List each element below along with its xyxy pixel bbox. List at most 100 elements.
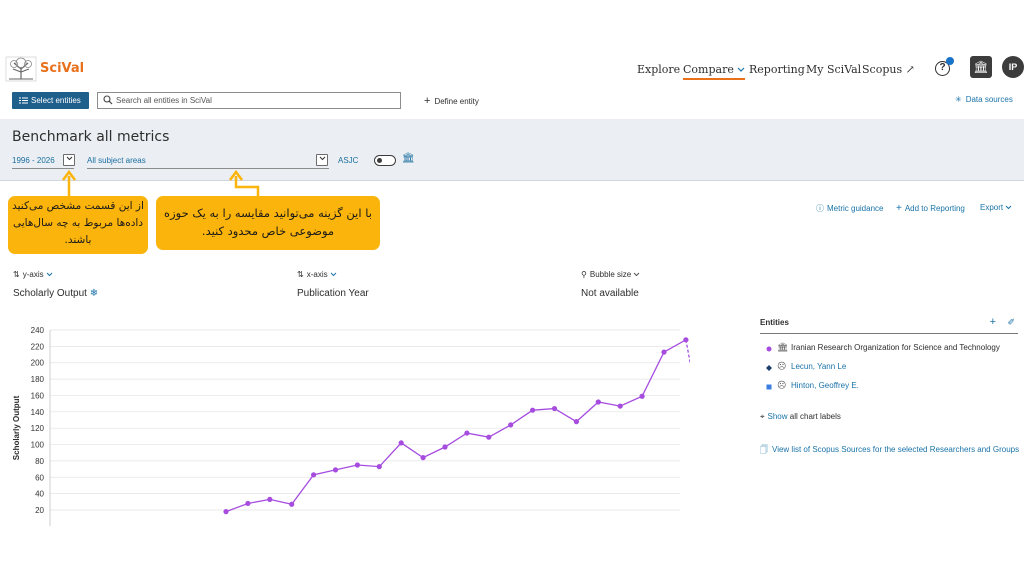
notification-badge: [946, 57, 954, 65]
entity-marker-square: [766, 383, 772, 392]
define-entity-label: Define entity: [434, 97, 479, 106]
callout-subject: با این گزینه می‌توانید مقایسه را به یک ح…: [156, 196, 380, 250]
data-point: [683, 337, 689, 343]
series-line-projected: [685, 339, 690, 366]
chevron-down-icon: [66, 156, 72, 161]
spinner-icon: ✳: [955, 95, 962, 104]
search-input[interactable]: Search all entities in SciVal: [97, 92, 401, 109]
nav-explore[interactable]: Explore: [637, 63, 680, 76]
subject-area-dropdown-button[interactable]: [316, 154, 328, 166]
scholarly-output-chart: 20 40 60 80 100 120 140 160 180 200 220 240 Scholarl…: [12, 326, 690, 526]
data-point: [617, 403, 623, 409]
subject-area-select[interactable]: All subject areas: [87, 156, 146, 165]
info-icon: ⓘ: [816, 204, 824, 213]
entities-title: Entities: [760, 318, 789, 327]
data-point: [530, 407, 536, 413]
x-axis-selector[interactable]: ⇅ x-axis: [297, 270, 337, 279]
export-dropdown[interactable]: Export: [980, 203, 1012, 212]
data-point: [573, 419, 580, 425]
y-tick-label: 120: [31, 424, 45, 433]
callout-years: از این قسمت مشخص می‌کنید داده‌ها مربوط ب…: [8, 196, 148, 254]
entity-label: Iranian Research Organization for Scienc…: [791, 343, 1000, 352]
chevron-down-icon: [1006, 205, 1012, 210]
nav-compare[interactable]: Compare: [683, 63, 746, 80]
y-axis-label: y-axis: [22, 270, 44, 279]
data-point: [595, 399, 601, 405]
data-point: [398, 440, 404, 446]
data-point: [639, 393, 645, 399]
y-tick-label: 80: [35, 457, 44, 466]
show-link[interactable]: Show: [768, 412, 788, 421]
data-point: [267, 496, 273, 502]
nav-scopus[interactable]: Scopus ↗: [862, 63, 915, 76]
bubble-size-metric: Not available: [581, 288, 639, 299]
asjc-label: ASJC: [338, 156, 359, 165]
data-point: [354, 462, 360, 468]
entity-label[interactable]: Lecun, Yann Le: [791, 362, 846, 371]
snowflake-icon: ❄: [89, 288, 99, 299]
add-to-reporting-link[interactable]: + Add to Reporting: [896, 203, 965, 214]
edit-colors-icon[interactable]: ✐: [1007, 317, 1015, 328]
y-axis-selector[interactable]: ⇅ y-axis: [13, 270, 53, 279]
y-axis-metric-label: Scholarly Output: [13, 288, 87, 299]
data-point: [486, 434, 492, 440]
y-tick-label: 40: [35, 490, 44, 499]
y-tick-label: 140: [31, 408, 45, 417]
researcher-icon: ☹: [777, 361, 787, 371]
asjc-toggle[interactable]: [374, 155, 396, 166]
entity-label[interactable]: Hinton, Geoffrey E.: [791, 381, 859, 390]
data-point: [289, 501, 295, 507]
document-icon: 🗍: [760, 445, 768, 454]
data-point: [508, 422, 514, 428]
y-tick-label: 100: [31, 441, 45, 450]
data-sources-label: Data sources: [965, 95, 1013, 104]
metric-guidance-link[interactable]: ⓘ Metric guidance: [816, 203, 883, 214]
show-chart-labels[interactable]: ⌖ Show all chart labels: [760, 412, 841, 422]
view-scopus-sources-link[interactable]: 🗍 View list of Scopus Sources for the sel…: [760, 444, 1019, 458]
entity-marker-diamond: [766, 364, 772, 373]
data-point: [332, 467, 339, 473]
sort-icon: ⇅: [13, 270, 20, 279]
institution-icon[interactable]: 🏛: [970, 56, 992, 78]
data-point: [420, 455, 426, 461]
y-tick-label: 20: [35, 506, 44, 515]
elsevier-tree-logo[interactable]: [5, 55, 37, 83]
search-placeholder: Search all entities in SciVal: [116, 96, 212, 105]
entity-marker-circle: [766, 345, 772, 354]
chevron-down-icon: [46, 272, 53, 277]
callout-arrow-subject: [234, 176, 260, 196]
avatar[interactable]: IP: [1002, 56, 1024, 78]
select-entities-label: Select entities: [31, 96, 81, 105]
institution-icon[interactable]: 🏛: [402, 153, 415, 164]
search-icon: [103, 95, 113, 105]
chevron-down-icon: [737, 67, 745, 72]
nav-reporting[interactable]: Reporting: [749, 63, 805, 76]
add-entity-icon[interactable]: +: [990, 316, 996, 328]
y-tick-label: 220: [31, 342, 45, 351]
data-point: [464, 430, 470, 436]
plus-icon: +: [424, 95, 431, 107]
y-tick-label: 60: [35, 473, 44, 482]
entities-header: Entities + ✐: [760, 316, 1018, 334]
chevron-down-icon: [330, 272, 337, 277]
view-list-label: View list of Scopus Sources for the sele…: [772, 445, 1020, 454]
data-point: [223, 509, 229, 515]
y-tick-label: 200: [31, 359, 45, 368]
data-sources-link[interactable]: ✳ Data sources: [955, 95, 1013, 104]
app-name[interactable]: SciVal: [40, 61, 84, 76]
chevron-down-icon: [634, 272, 640, 277]
year-range-dropdown-button[interactable]: [63, 154, 75, 166]
define-entity-button[interactable]: + Define entity: [424, 95, 479, 107]
top-bar: SciVal Explore Compare Reporting My SciV…: [0, 50, 1024, 88]
select-entities-button[interactable]: Select entities: [12, 92, 89, 109]
researcher-icon: ☹: [777, 380, 787, 390]
data-point: [661, 349, 667, 355]
bubble-size-selector[interactable]: ⚲ Bubble size: [581, 270, 640, 279]
year-range-select[interactable]: 1996 - 2026: [12, 156, 55, 165]
x-axis-label: x-axis: [306, 270, 328, 279]
y-tick-label: 240: [31, 326, 45, 335]
nav-my-scival[interactable]: My SciVal: [806, 63, 861, 76]
metric-guidance-label: Metric guidance: [827, 204, 884, 213]
series-line: [225, 339, 687, 513]
add-to-reporting-label: Add to Reporting: [904, 204, 965, 213]
